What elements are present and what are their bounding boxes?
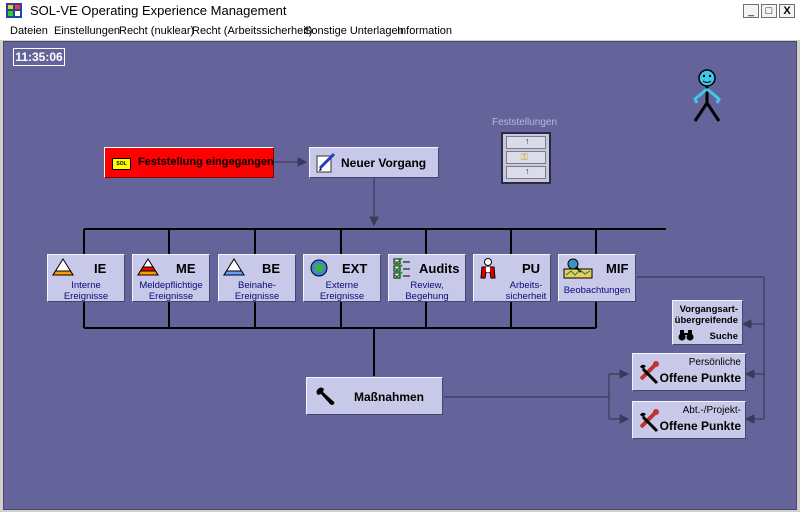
user-figure-icon[interactable] [687, 67, 727, 127]
personal-bottom-label: Offene Punkte [659, 371, 741, 385]
arrow-up-icon: ↑ [525, 166, 530, 176]
key-icon: ⚿ [521, 152, 528, 162]
category-abbr: IE [94, 261, 107, 276]
department-top-label: Abt.-/Projekt- [682, 405, 741, 416]
category-abbr: ME [176, 261, 196, 276]
neuer-vorgang-button[interactable]: Neuer Vorgang [309, 147, 439, 178]
binoculars-icon [678, 330, 694, 341]
document-pen-icon [316, 152, 336, 173]
category-me-button[interactable]: ME Meldepflichtige Ereignisse [132, 254, 210, 302]
category-abbr: BE [262, 261, 281, 276]
arrow-up-icon: ↑ [525, 136, 530, 146]
pyramid-blue-icon [223, 258, 245, 276]
feststellung-eingegangen-button[interactable]: SOL Feststellung eingegangen [104, 147, 274, 178]
search-line2: übergreifende [674, 315, 738, 326]
category-line2: Begehung [405, 291, 449, 302]
category-ext-button[interactable]: EXT Externe Ereignisse [303, 254, 381, 302]
category-pu-button[interactable]: PU Arbeits- sicherheit [473, 254, 551, 302]
category-abbr: MIF [606, 261, 629, 276]
category-line1: Meldepflichtige [139, 280, 203, 291]
drawer-top[interactable]: ↑ [506, 136, 546, 149]
drawer-bottom[interactable]: ↑ [506, 166, 546, 179]
sol-logo-icon: SOL [112, 158, 131, 170]
menu-sonstige-unterlagen[interactable]: Sonstige Unterlagen [304, 25, 404, 37]
globe-icon [310, 259, 328, 277]
category-abbr: PU [522, 261, 541, 276]
drawer-middle[interactable]: ⚿ [506, 151, 546, 164]
abteilung-offene-punkte-button[interactable]: Abt.-/Projekt- Offene Punkte [632, 401, 746, 439]
menu-dateien[interactable]: Dateien [10, 25, 48, 37]
worker-icon [480, 258, 496, 279]
title-bar: SOL-VE Operating Experience Management _… [0, 0, 800, 23]
category-line2: Ereignisse [63, 291, 109, 302]
category-mif-button[interactable]: MIF Beobachtungen [558, 254, 636, 302]
app-icon [6, 3, 22, 18]
category-line2: Ereignisse [319, 291, 365, 302]
close-button[interactable]: X [779, 4, 795, 18]
menu-einstellungen[interactable]: Einstellungen [54, 25, 120, 37]
menu-recht-nuklear[interactable]: Recht (nuklear) [119, 25, 194, 37]
category-audits-button[interactable]: Audits Review, Begehung [388, 254, 466, 302]
cabinet-label: Feststellungen [492, 117, 558, 128]
massnahmen-label: Maßnahmen [354, 390, 425, 404]
menu-information[interactable]: Information [397, 25, 452, 37]
category-abbr: Audits [419, 261, 460, 276]
personal-top-label: Persönliche [688, 357, 741, 368]
category-line2: sicherheit [505, 291, 547, 302]
window-title: SOL-VE Operating Experience Management [30, 3, 287, 18]
minimize-button[interactable]: _ [743, 4, 759, 18]
category-abbr: EXT [342, 261, 368, 276]
checklist-icon [393, 258, 410, 279]
search-line1: Vorgangsart- [679, 304, 738, 315]
observation-icon [563, 258, 593, 279]
wrench-icon [316, 387, 335, 405]
vorgangsart-suche-button[interactable]: Vorgangsart- übergreifende Suche [672, 300, 743, 345]
persoenliche-offene-punkte-button[interactable]: Persönliche Offene Punkte [632, 353, 746, 391]
category-line2: Ereignisse [148, 291, 194, 302]
feststellung-label: Feststellung eingegangen [138, 156, 274, 168]
category-line1: Beobachtungen [563, 285, 631, 296]
category-line1: Arbeits- [509, 280, 543, 291]
neuer-vorgang-label: Neuer Vorgang [341, 156, 427, 170]
pyramid-red-icon [137, 258, 159, 276]
main-canvas: 11:35:06 Feststellungen ↑ ⚿ ↑ SOL Festst… [3, 41, 797, 510]
maximize-button[interactable]: □ [761, 4, 777, 18]
search-line3: Suche [709, 331, 738, 342]
category-ie-button[interactable]: IE Interne Ereignisse [47, 254, 125, 302]
pyramid-orange-icon [52, 258, 74, 276]
category-line1: Externe [325, 280, 359, 291]
category-line1: Review, [410, 280, 444, 291]
category-line1: Beinahe- [237, 280, 277, 291]
category-line2: Ereignisse [234, 291, 280, 302]
department-bottom-label: Offene Punkte [659, 419, 741, 433]
massnahmen-button[interactable]: Maßnahmen [306, 377, 443, 415]
category-line1: Interne [71, 280, 101, 291]
feststellungen-cabinet[interactable]: ↑ ⚿ ↑ [501, 132, 551, 184]
menu-recht-arbeitssicherheit[interactable]: Recht (Arbeitssicherheit) [192, 25, 312, 37]
menu-bar: Dateien Einstellungen Recht (nuklear) Re… [0, 22, 800, 40]
category-be-button[interactable]: BE Beinahe- Ereignisse [218, 254, 296, 302]
